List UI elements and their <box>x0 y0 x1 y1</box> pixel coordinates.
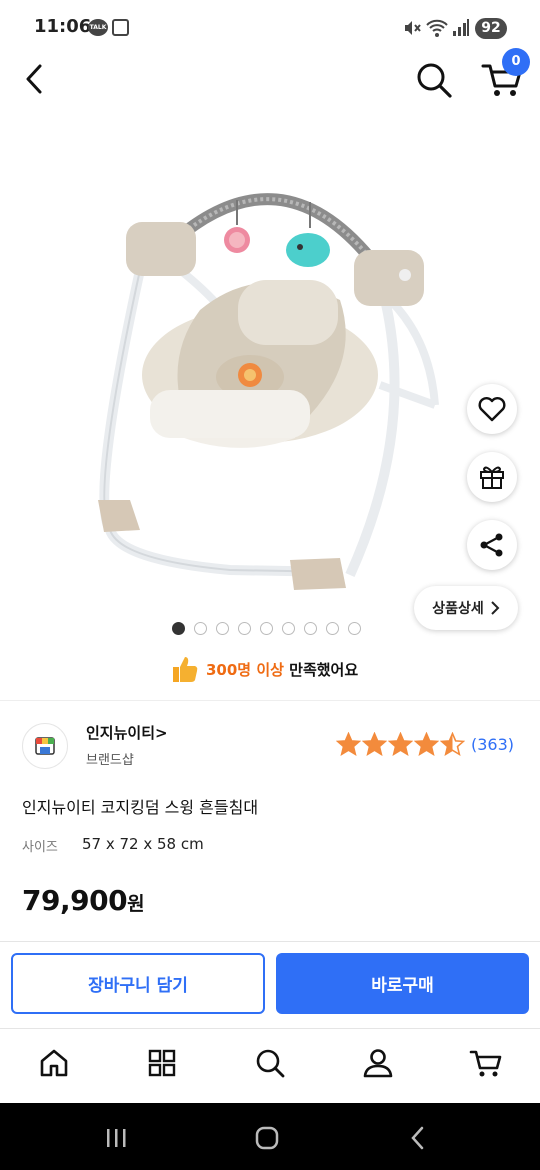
price-value: 79,900 <box>22 884 128 917</box>
cart-icon <box>469 1050 502 1077</box>
cart-count-badge: 0 <box>502 48 530 76</box>
mute-icon <box>405 21 421 35</box>
star-icon <box>388 732 413 757</box>
back-button[interactable] <box>18 60 54 98</box>
nav-cart-button[interactable] <box>468 1045 504 1081</box>
pagination-dot[interactable] <box>326 622 339 635</box>
image-pagination <box>172 622 361 635</box>
system-back-icon <box>411 1126 424 1150</box>
nav-category-button[interactable] <box>144 1045 180 1081</box>
price-unit: 원 <box>127 893 145 915</box>
brand-name-link[interactable]: 인지뉴이티> <box>86 722 168 743</box>
star-icon <box>440 732 465 757</box>
search-icon <box>417 63 452 98</box>
category-icon <box>148 1049 176 1077</box>
system-back-button[interactable] <box>398 1118 438 1158</box>
search-icon <box>256 1049 285 1078</box>
product-rating[interactable]: (363) <box>336 732 514 757</box>
star-icon <box>414 732 439 757</box>
thumbs-up-icon <box>173 657 198 682</box>
divider <box>0 941 540 942</box>
pagination-dot[interactable] <box>194 622 207 635</box>
size-value: 57 x 72 x 58 cm <box>82 835 204 853</box>
divider <box>0 1028 540 1029</box>
product-detail-label: 상품상세 <box>432 601 484 617</box>
shop-icon <box>35 737 55 755</box>
system-home-button[interactable] <box>247 1118 287 1158</box>
satisfaction-text: 만족했어요 <box>283 660 359 679</box>
user-icon <box>363 1049 393 1078</box>
review-count[interactable]: (363) <box>471 735 514 754</box>
pagination-dot[interactable] <box>238 622 251 635</box>
chevron-right-icon: > <box>155 724 168 742</box>
recent-apps-button[interactable] <box>96 1118 136 1158</box>
brand-shop-label: 브랜드샵 <box>86 753 134 768</box>
nav-search-button[interactable] <box>252 1045 288 1081</box>
star-icon <box>362 732 387 757</box>
status-time: 11:06 <box>34 16 92 37</box>
star-icon <box>336 732 361 757</box>
product-detail-button[interactable]: 상품상세 <box>414 586 518 630</box>
wifi-icon <box>426 19 448 37</box>
pagination-dot[interactable] <box>216 622 229 635</box>
buy-now-button[interactable]: 바로구매 <box>276 953 529 1014</box>
gift-icon <box>480 466 504 489</box>
pagination-dot[interactable] <box>348 622 361 635</box>
share-icon <box>480 533 503 557</box>
nav-mypage-button[interactable] <box>360 1045 396 1081</box>
pagination-dot[interactable] <box>282 622 295 635</box>
screenshot-notification-icon <box>112 19 129 36</box>
product-title: 인지뉴이티 코지킹덤 스윙 흔들침대 <box>22 798 259 817</box>
share-button[interactable] <box>467 520 517 570</box>
kakaotalk-notification-icon: TALK <box>88 19 108 36</box>
satisfaction-banner: 300명 이상 만족했어요 <box>170 654 358 684</box>
product-price: 79,900원 <box>22 884 145 917</box>
brand-logo[interactable] <box>22 723 68 769</box>
size-label: 사이즈 <box>22 840 58 855</box>
product-image[interactable] <box>90 170 450 600</box>
heart-icon <box>478 397 506 422</box>
home-icon <box>40 1049 68 1077</box>
pagination-dot[interactable] <box>304 622 317 635</box>
gift-button[interactable] <box>467 452 517 502</box>
battery-level: 92 <box>475 18 507 39</box>
pagination-dot[interactable] <box>260 622 273 635</box>
signal-icon <box>453 19 469 36</box>
back-icon <box>26 64 42 94</box>
divider <box>0 700 540 701</box>
pagination-dot[interactable] <box>172 622 185 635</box>
recent-apps-icon <box>107 1129 126 1147</box>
system-home-icon <box>255 1126 279 1150</box>
wishlist-button[interactable] <box>467 384 517 434</box>
satisfaction-count: 300명 이상 <box>206 660 284 679</box>
chevron-right-icon <box>491 601 500 615</box>
brand-name: 인지뉴이티 <box>86 724 156 742</box>
add-to-cart-button[interactable]: 장바구니 담기 <box>11 953 265 1014</box>
rating-stars <box>336 732 465 757</box>
search-button[interactable] <box>414 60 454 100</box>
nav-home-button[interactable] <box>36 1045 72 1081</box>
